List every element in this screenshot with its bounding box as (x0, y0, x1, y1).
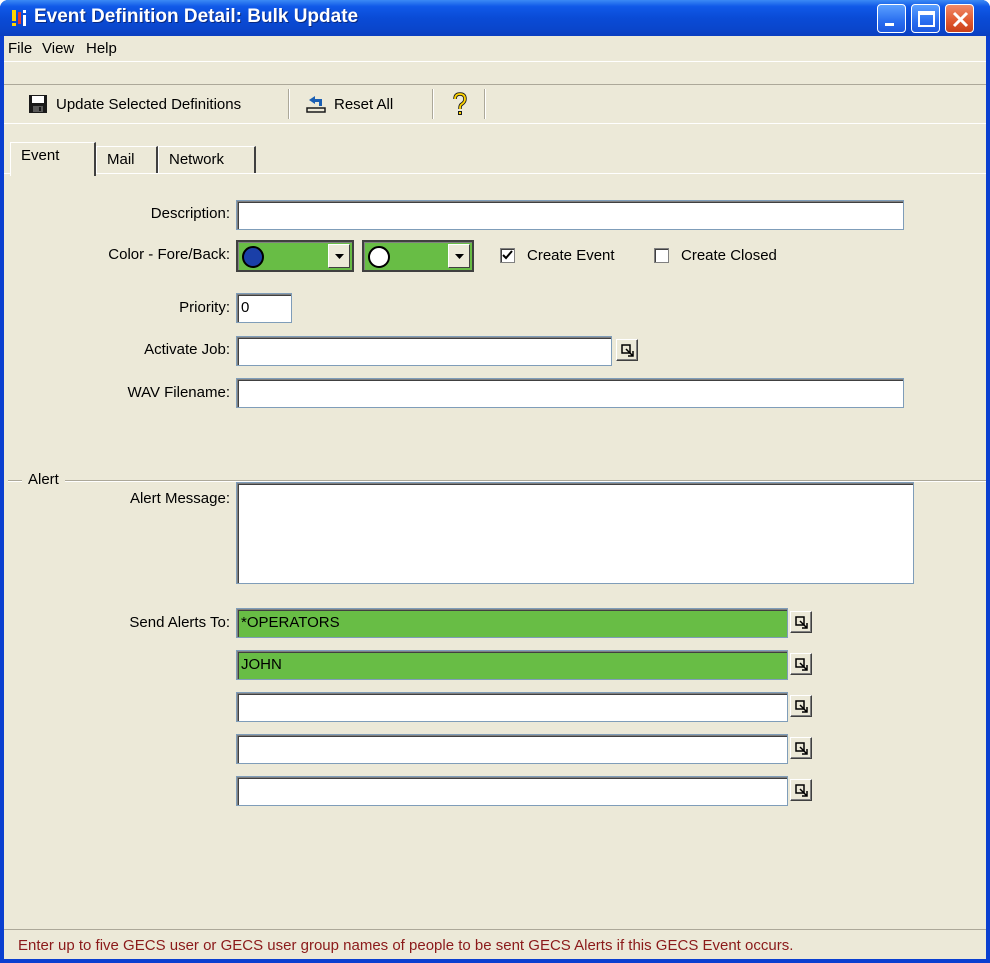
create-event-checkbox[interactable]: Create Event (500, 247, 615, 264)
lookup-icon (621, 344, 634, 357)
maximize-button[interactable] (911, 4, 940, 33)
back-color-swatch (368, 246, 390, 268)
recipient-lookup-button-3[interactable] (790, 695, 812, 717)
wav-filename-label: WAV Filename: (127, 384, 230, 401)
status-message: Enter up to five GECS user or GECS user … (18, 937, 794, 954)
priority-input[interactable]: 0 (236, 293, 292, 323)
lookup-icon (795, 616, 808, 629)
color-label: Color - Fore/Back: (108, 246, 230, 263)
description-input[interactable] (236, 200, 904, 230)
lookup-icon (795, 658, 808, 671)
menu-view[interactable]: View (42, 40, 74, 57)
activate-job-input[interactable] (236, 336, 612, 366)
recipient-lookup-button-2[interactable] (790, 653, 812, 675)
chevron-down-icon (455, 254, 464, 259)
window-title: Event Definition Detail: Bulk Update (34, 6, 359, 27)
update-selected-button[interactable]: Update Selected Definitions (28, 91, 241, 117)
question-mark-icon (453, 92, 467, 115)
recipient-input-2[interactable]: JOHN (236, 650, 788, 680)
create-event-box[interactable] (500, 248, 515, 263)
lookup-icon (795, 784, 808, 797)
toolbar-separator (288, 89, 290, 119)
recipient-lookup-button-5[interactable] (790, 779, 812, 801)
lookup-icon (795, 700, 808, 713)
tab-network-label: Network (169, 151, 225, 168)
floppy-disk-icon (29, 95, 47, 113)
toolbar-separator (432, 89, 434, 119)
reset-all-label: Reset All (334, 95, 394, 113)
app-icon (12, 10, 26, 26)
tab-network[interactable]: Network (158, 146, 256, 174)
app-window: Event Definition Detail: Bulk Update Fil… (0, 0, 990, 963)
create-event-label: Create Event (527, 247, 615, 264)
create-closed-box[interactable] (654, 248, 669, 263)
recipient-lookup-button-4[interactable] (790, 737, 812, 759)
tab-mail[interactable]: Mail (96, 146, 158, 174)
title-bar[interactable]: Event Definition Detail: Bulk Update (0, 0, 990, 36)
help-button[interactable] (452, 91, 468, 117)
recipient-input-5[interactable] (236, 776, 788, 806)
status-bar: Enter up to five GECS user or GECS user … (4, 929, 986, 959)
minimize-button[interactable] (877, 4, 906, 33)
tab-event-label: Event (21, 147, 60, 164)
fore-color-swatch (242, 246, 264, 268)
update-selected-label: Update Selected Definitions (56, 95, 242, 113)
recipient-lookup-button-1[interactable] (790, 611, 812, 633)
tab-event[interactable]: Event (10, 142, 96, 176)
menu-bar: File View Help (4, 36, 986, 62)
reset-icon (306, 96, 326, 113)
tab-mail-label: Mail (107, 151, 135, 168)
chevron-down-icon (335, 254, 344, 259)
send-alerts-to-label: Send Alerts To: (129, 614, 230, 631)
create-closed-checkbox[interactable]: Create Closed (654, 247, 777, 264)
back-color-combo[interactable] (362, 240, 474, 272)
recipient-input-4[interactable] (236, 734, 788, 764)
lookup-icon (795, 742, 808, 755)
fore-color-combo[interactable] (236, 240, 354, 272)
menu-help[interactable]: Help (86, 40, 117, 57)
checkmark-icon (502, 250, 513, 260)
toolbar: Update Selected Definitions Reset All (4, 84, 986, 124)
wav-filename-input[interactable] (236, 378, 904, 408)
menu-file[interactable]: File (8, 40, 32, 57)
description-label: Description: (150, 205, 230, 222)
alert-group-label: Alert (22, 471, 65, 488)
client-area: File View Help Update Selected Definitio… (4, 36, 986, 959)
alert-message-label: Alert Message: (129, 490, 230, 507)
toolbar-separator (484, 89, 486, 119)
fore-color-dropdown[interactable] (328, 244, 350, 268)
recipient-input-1[interactable]: *OPERATORS (236, 608, 788, 638)
reset-all-button[interactable]: Reset All (306, 91, 393, 117)
close-button[interactable] (945, 4, 974, 33)
activate-job-lookup-button[interactable] (616, 339, 638, 361)
alert-message-textarea[interactable] (236, 482, 914, 584)
activate-job-label: Activate Job: (144, 341, 230, 358)
back-color-dropdown[interactable] (448, 244, 470, 268)
priority-label: Priority: (179, 299, 230, 316)
create-closed-label: Create Closed (681, 247, 777, 264)
recipient-input-3[interactable] (236, 692, 788, 722)
tab-strip: Event Mail Network (4, 140, 986, 176)
